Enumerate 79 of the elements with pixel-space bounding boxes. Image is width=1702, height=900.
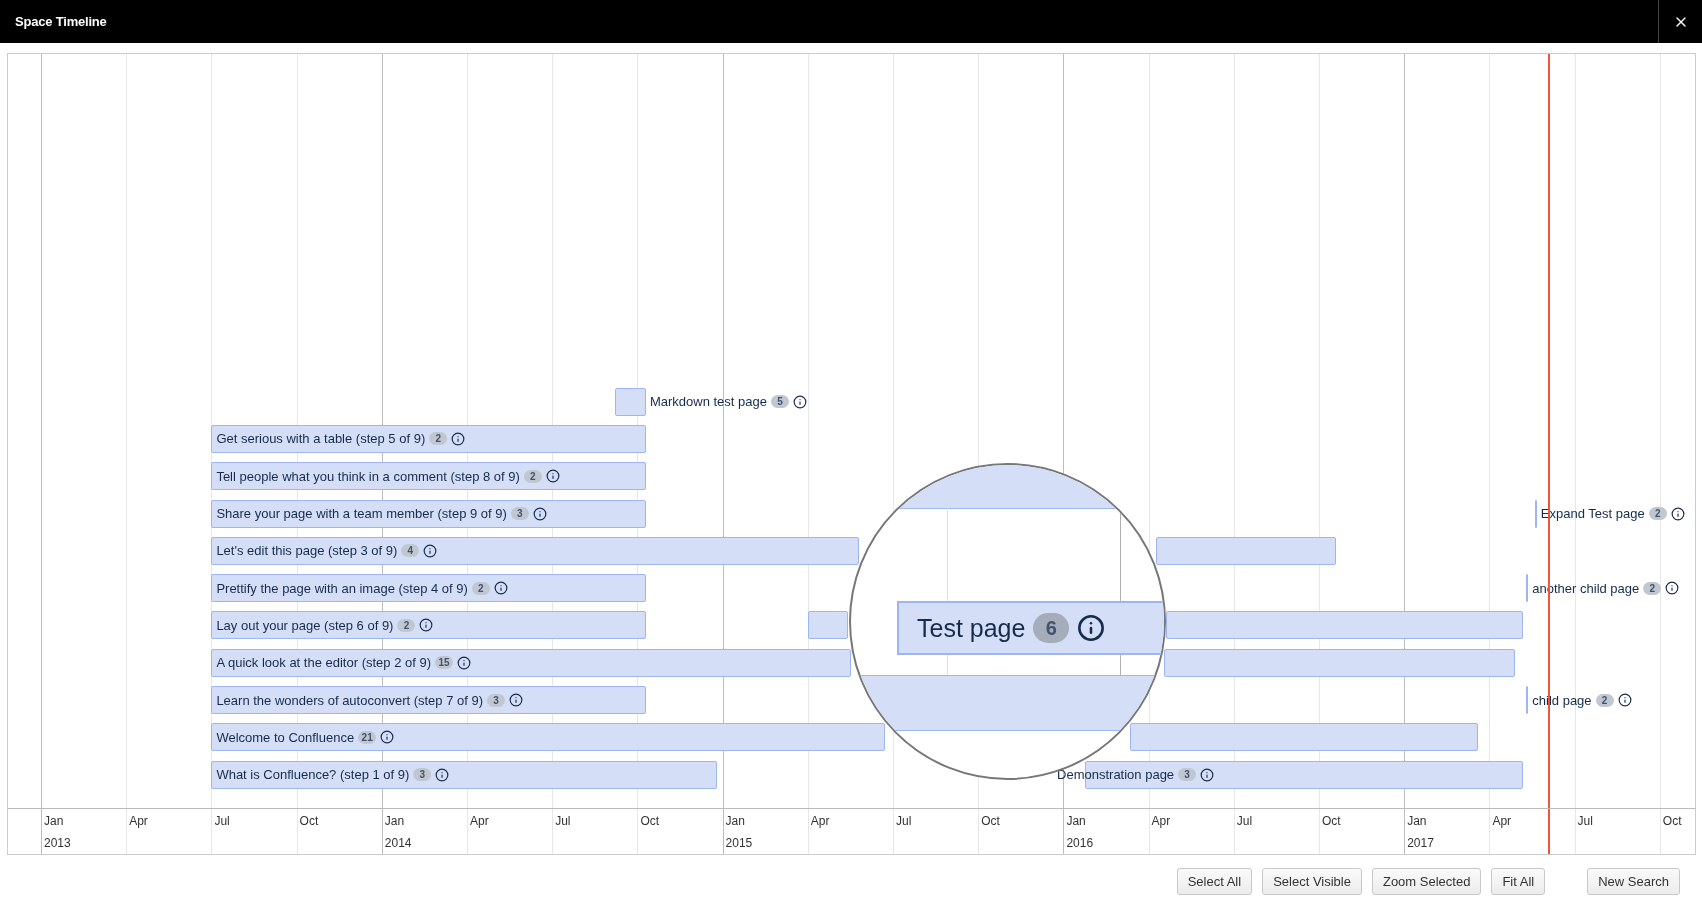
month-label: Apr (129, 814, 148, 828)
toolbar-button[interactable]: Select All (1176, 868, 1253, 895)
timeline-bar[interactable] (211, 574, 646, 603)
month-label: Jul (1236, 814, 1253, 828)
month-label: Oct (640, 814, 660, 828)
month-label: Jul (896, 814, 912, 828)
year-label: 2013 (44, 836, 71, 850)
info-icon[interactable] (419, 618, 434, 633)
timeline-bar[interactable] (211, 499, 646, 528)
year-label: 2014 (384, 836, 412, 850)
month-label: Apr (1492, 814, 1512, 828)
info-icon[interactable] (493, 581, 508, 596)
info-icon[interactable] (793, 394, 807, 409)
timeline-bar[interactable] (211, 648, 851, 677)
timeline-bar[interactable] (211, 462, 646, 491)
info-icon[interactable] (457, 655, 471, 670)
timeline-bar[interactable] (211, 760, 717, 789)
timeline-marker[interactable] (1526, 574, 1529, 603)
toolbar-button[interactable]: Fit All (1491, 868, 1546, 895)
month-label: Oct (299, 814, 319, 828)
timeline-marker[interactable] (614, 387, 646, 416)
info-icon[interactable] (1665, 581, 1680, 596)
month-label: Jan (725, 814, 745, 828)
count-badge: 2 (1643, 581, 1662, 595)
toolbar-button[interactable]: New Search (1587, 868, 1680, 895)
month-label: Apr (470, 814, 489, 828)
item-title: Markdown test page (649, 394, 767, 410)
info-icon[interactable] (545, 469, 560, 484)
month-label: Jul (214, 814, 230, 828)
info-icon[interactable] (423, 543, 438, 558)
window-title: Space Timeline (15, 14, 107, 29)
year-label: 2017 (1407, 836, 1434, 850)
month-label: Oct (981, 814, 1000, 828)
month-label: Jan (1407, 814, 1427, 828)
item-title: Lay out your page (step 6 of 9) (216, 617, 394, 633)
count-badge: 6 (1033, 613, 1070, 643)
item-title: Demonstration page (1057, 767, 1175, 783)
timeline-marker[interactable] (1534, 499, 1537, 528)
timeline-bar[interactable] (211, 424, 646, 453)
item-title: Get serious with a table (step 5 of 9) (216, 431, 426, 447)
month-label: Oct (1662, 814, 1682, 828)
item-title: What is Confluence? (step 1 of 9) (216, 767, 410, 783)
info-icon[interactable] (380, 730, 395, 745)
item-title: Prettify the page with an image (step 4 of 9) (216, 580, 468, 596)
toolbar-button[interactable]: Zoom Selected (1371, 868, 1482, 895)
month-label: Jan (1066, 814, 1086, 828)
count-badge: 5 (771, 395, 789, 409)
timeline-bar[interactable] (211, 611, 646, 640)
toolbar-button[interactable]: Select Visible (1262, 868, 1362, 895)
info-icon[interactable] (509, 693, 524, 707)
count-badge: 2 (1595, 693, 1614, 707)
year-label: 2016 (1066, 836, 1094, 850)
month-label: Oct (1322, 814, 1341, 828)
info-icon[interactable] (451, 431, 466, 446)
month-label: Apr (810, 814, 830, 828)
info-icon[interactable] (1617, 693, 1632, 707)
item-title: Let's edit this page (step 3 of 9) (216, 543, 398, 559)
info-icon[interactable] (1200, 767, 1215, 782)
month-label: Jul (1577, 814, 1593, 828)
month-label: Jan (384, 814, 405, 828)
item-title: Tell people what you think in a comment (step 8 of 9) (216, 468, 520, 484)
timeline-bar[interactable] (211, 536, 859, 565)
year-label: 2015 (725, 836, 753, 850)
count-badge: 2 (1648, 507, 1667, 520)
item-title: Test page (917, 613, 1026, 643)
timeline-marker[interactable] (1526, 686, 1529, 714)
item-title: A quick look at the editor (step 2 of 9) (216, 655, 431, 671)
timeline-bar[interactable] (211, 723, 886, 752)
item-title: Share your page with a team member (step 9 of 9) (216, 506, 507, 521)
info-icon[interactable] (435, 767, 450, 782)
info-icon[interactable] (532, 506, 547, 521)
month-label: Apr (1151, 814, 1171, 828)
timeline-bar[interactable] (211, 686, 646, 714)
month-label: Jul (555, 814, 571, 828)
item-title: Learn the wonders of autoconvert (step 7 of 9) (216, 692, 484, 708)
info-icon[interactable] (1670, 506, 1685, 521)
month-label: Jan (44, 814, 64, 828)
info-icon[interactable] (1077, 614, 1106, 642)
item-title: Welcome to Confluence (216, 729, 355, 745)
